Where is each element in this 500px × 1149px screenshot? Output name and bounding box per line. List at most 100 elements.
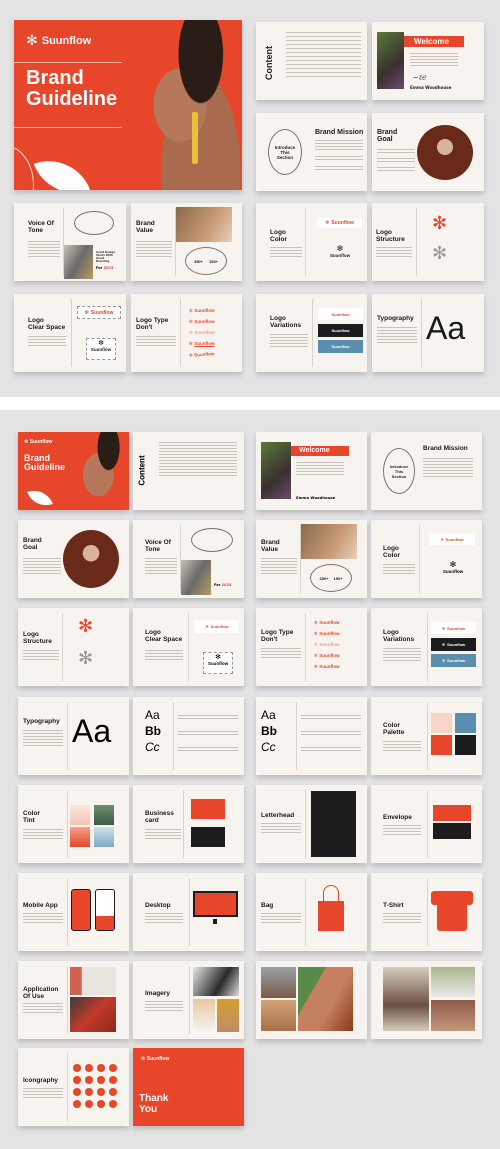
slide-brand-goal[interactable]: Brand Goal [372,113,484,191]
slide-logo-structure[interactable]: Logo Structure ✻ ✻ [372,203,484,281]
clear-space-title: Logo Clear Space [145,629,183,643]
slide-thank-you[interactable]: ✻ Suunflow Thank You [133,1048,244,1126]
slide-brand-value[interactable]: Brand Value 350+ 150+ [256,520,367,598]
slide-logo-variations[interactable]: Logo Variations ✻ Suunflow ✻ Suunflow ✻ Suunflo… [371,608,482,686]
brand-icon [97,1064,105,1072]
logo-dont-item: ✻ Suunflow [314,653,340,659]
body-text [261,648,301,660]
body-text [145,558,177,576]
slide-bag[interactable]: Bag [256,873,367,951]
earring [192,112,198,164]
slide-color-tint[interactable]: Color Tint [18,785,129,863]
slide-cover[interactable]: ✻ Suunflow Brand Guideline [18,432,129,510]
body-text [383,825,421,837]
slide-type-specimen[interactable]: Aa Bb Cc [133,697,244,775]
logo-badge: ✻ Suunflow [431,622,476,634]
slide-mobile-app[interactable]: Mobile App [18,873,129,951]
sunflower-logo-icon: ✻ [325,220,330,226]
envelope-back [433,823,471,839]
brand-icon [73,1064,81,1072]
slide-logo-clear-space[interactable]: Logo Clear Space ✻ Suunflow ✻ Suunflow [14,294,126,372]
glyph-specimen: Aa Bb Cc [145,708,161,754]
slide-typography[interactable]: Typography Aa [18,697,129,775]
slide-business-card[interactable]: Business card [133,785,244,863]
imagery-photo-2 [193,999,215,1032]
sunflower-logo-icon: ✻ [440,537,444,542]
collage-photo-2 [261,1000,296,1031]
slide-logo-dont[interactable]: Logo Type Don't ✻ Suunflow ✻ Suunflow ✻ S… [131,294,242,372]
divider [188,612,189,682]
slide-cover-hero[interactable]: ✻ Suunflow Brand Guideline [14,20,242,190]
slide-logo-color[interactable]: Logo Color ✻ Suunflow ✻ Suunflow [371,520,482,598]
body-text [145,1001,183,1013]
intro-oval: Introduce This Section [383,448,415,494]
slide-welcome[interactable]: Welcome ~ℓe Emma Woodhouse [372,22,484,100]
leaf-decoration-icon [27,485,53,510]
slide-logo-variations[interactable]: Logo Variations Suunflow Suunflow Suunflo… [256,294,367,372]
thankyou-title: Thank You [139,1093,169,1115]
logo-dark: ✻ Suunflow [203,652,233,674]
palette-title: Color Palette [383,722,405,736]
slide-application[interactable]: Application Of Use [18,961,129,1039]
logo-variations-title: Logo Variations [270,315,302,329]
desktop-stand [213,919,217,924]
tint-orange [70,827,90,847]
slide-photo-collage[interactable] [256,961,367,1039]
divider [419,524,420,594]
application-photo-tshirt [70,967,116,995]
slide-logo-structure[interactable]: Logo Structure ✻ ✻ [18,608,129,686]
section-separator [0,397,500,410]
preview-top-section: ✻ Suunflow Brand Guideline Content Welco… [0,0,500,397]
slide-logo-color[interactable]: Logo Color ✻ Suunflow ✻ Suunflow [256,203,367,281]
slide-content[interactable]: Content [133,432,244,510]
slide-desktop[interactable]: Desktop [133,873,244,951]
sunflower-logo-icon: ✻ [24,439,29,445]
goal-title: Brand Goal [23,537,42,551]
voice-text [28,241,60,259]
slide-envelope[interactable]: Envelope [371,785,482,863]
imagery-title: Imagery [145,990,170,997]
goal-photo [417,125,473,180]
business-card-title: Business card [145,810,174,824]
slide-letterhead[interactable]: Letterhead [256,785,367,863]
slide-brand-mission[interactable]: Introduce This Section Brand Mission [371,432,482,510]
slide-voice-of-tone[interactable]: Voice Of Tone For 2023 [133,520,244,598]
slide-tshirt[interactable]: T-Shirt [371,873,482,951]
slide-voice-of-tone[interactable]: Voice Of Tone Great Design Starts With Gr… [14,203,126,281]
slide-logo-dont[interactable]: Logo Type Don't ✻ Suunflow ✻ Suunflow ✻ Suun… [256,608,367,686]
sunflower-logo-icon: ✻ [215,653,221,661]
voice-quote-oval [74,211,114,235]
slide-welcome[interactable]: Welcome Emma Woodhouse [256,432,367,510]
slide-logo-clear-space[interactable]: Logo Clear Space ✻ Suunflow ✻ Suunflow [133,608,244,686]
voice-year: For 2023 [96,266,114,270]
slide-brand-value[interactable]: Brand Value 350+ 150+ [131,203,242,281]
divider [71,298,72,368]
slide-brand-mission[interactable]: Introduce This Section Brand Mission [256,113,367,191]
slide-color-palette[interactable]: Color Palette [371,697,482,775]
body-text [383,564,415,576]
slide-photo-collage[interactable] [371,961,482,1039]
brand-icon [97,1100,105,1108]
slide-imagery[interactable]: Imagery [133,961,244,1039]
body-text [383,741,421,753]
value-title: Brand Value [261,539,280,553]
divider [312,298,313,368]
value-title: Brand Value [136,220,155,234]
slide-content[interactable]: Content [256,22,367,100]
slide-typography[interactable]: Typography Aa [372,294,484,372]
body-text [301,731,361,737]
slide-iconography[interactable]: Icongraphy [18,1048,129,1126]
typography-title: Typography [23,718,60,725]
voice-year: For 2023 [214,583,232,587]
welcome-title: Welcome [404,36,464,47]
mission-title: Brand Mission [315,129,364,136]
signature: ~ℓe [412,73,427,82]
slide-brand-goal[interactable]: Brand Goal [18,520,129,598]
slide-type-specimen[interactable]: Aa Bb Cc [256,697,367,775]
envelope-front [433,805,471,821]
value-photo [176,207,232,242]
logo-variations-text [270,334,308,349]
brand-icon [109,1076,117,1084]
logo-structure-title: Logo Structure [23,631,52,645]
divider [427,612,428,682]
